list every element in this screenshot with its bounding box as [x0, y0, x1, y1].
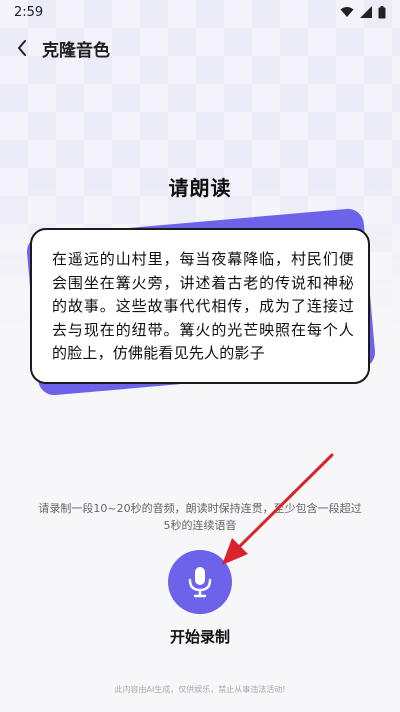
reading-card: 在遥远的山村里，每当夜幕降临，村民们便会围坐在篝火旁，讲述着古老的传说和神秘的故… — [25, 207, 377, 397]
reading-text-card: 在遥远的山村里，每当夜幕降临，村民们便会围坐在篝火旁，讲述着古老的传说和神秘的故… — [30, 228, 370, 384]
chevron-left-icon — [18, 40, 26, 56]
back-button[interactable] — [2, 28, 42, 68]
top-nav: 克隆音色 — [0, 28, 400, 68]
microphone-icon — [188, 567, 212, 598]
ai-disclaimer: 此内容由AI生成，仅供娱乐，禁止从事违法活动! — [114, 685, 286, 694]
reading-text: 在遥远的山村里，每当夜幕降临，村民们便会围坐在篝火旁，讲述着古老的传说和神秘的故… — [52, 250, 354, 362]
status-time: 2:59 — [14, 4, 44, 20]
page-title: 克隆音色 — [42, 40, 110, 61]
status-bar: 2:59 — [0, 0, 400, 24]
status-icons — [340, 5, 386, 19]
wifi-icon — [340, 7, 354, 17]
signal-icon — [360, 6, 372, 18]
start-record-button[interactable] — [168, 550, 232, 614]
start-record-label[interactable]: 开始录制 — [0, 626, 400, 647]
battery-icon — [378, 5, 386, 18]
recording-hint: 请录制一段10~20秒的音频，朗读时保持连贯，至少包含一段超过5秒的连续语音 — [38, 502, 362, 532]
prompt-title: 请朗读 — [168, 176, 232, 200]
